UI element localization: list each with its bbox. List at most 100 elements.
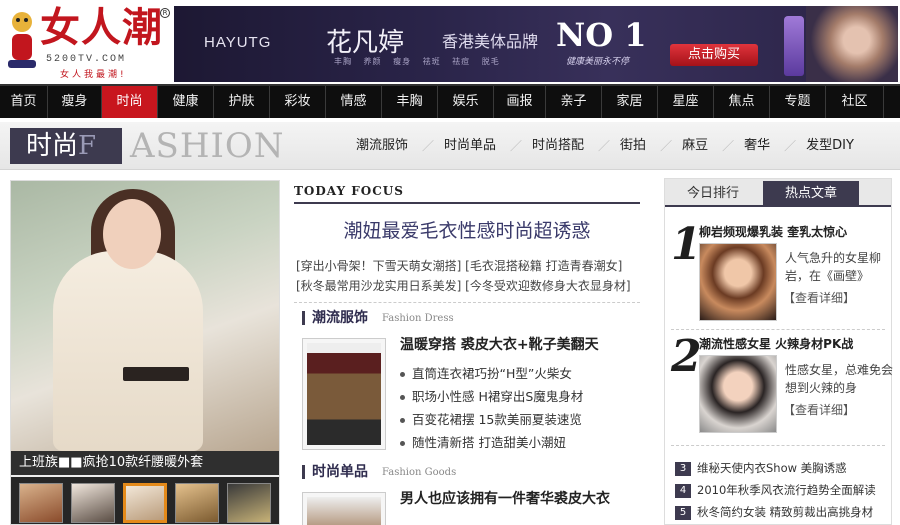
focus-header: TODAY FOCUS <box>294 180 640 204</box>
list-item-text: 直筒连衣裙巧扮“H型”火柴女 <box>412 366 572 381</box>
nav-item[interactable]: 首页 <box>0 86 48 118</box>
rank-image[interactable] <box>699 355 777 433</box>
focus-headline[interactable]: 潮妞最爱毛衣性感时尚超诱惑 <box>294 216 640 243</box>
list-item[interactable]: 职场小性感 H裙穿出S魔鬼身材 <box>400 385 583 408</box>
list-item[interactable]: 3 维秘天使内衣Show 美胸诱惑 <box>675 457 876 479</box>
logo-brand-text: 女人潮 <box>40 4 163 51</box>
rank-desc: 人气急升的女星柳岩，在《画壁》 <box>785 251 882 283</box>
rank-index: 4 <box>675 483 691 498</box>
feature-slideshow[interactable]: 上班族■■疯抢10款纤腰暖外套 <box>10 180 280 525</box>
list-item[interactable]: 4 2010年秋季风衣流行趋势全面解读 <box>675 479 876 501</box>
banner-tags: 丰胸 养颜 瘦身 祛斑 祛痘 脱毛 <box>334 57 500 66</box>
buy-button[interactable]: 点击购买 <box>670 44 758 66</box>
rank-title[interactable]: 柳岩频现爆乳装 奎乳太惊心 <box>699 223 847 240</box>
section-title-cn: 时尚 <box>26 131 79 161</box>
list-item-text: 职场小性感 H裙穿出S魔鬼身材 <box>412 389 584 404</box>
dress-section-en: Fashion Dress <box>382 313 454 324</box>
ranking-tabs: 今日排行 热点文章 <box>665 179 891 207</box>
goods-image <box>307 497 381 525</box>
list-item[interactable]: 百变花裙摆 15款美丽夏装速览 <box>400 408 583 431</box>
mascot-logo-icon <box>4 8 40 70</box>
feature-thumbnail[interactable] <box>123 483 167 523</box>
section-bar: 时尚F ASHION 潮流服饰／时尚单品／时尚搭配／街拍／麻豆／奢华／发型DIY <box>0 122 900 170</box>
feature-thumbnail[interactable] <box>19 483 63 523</box>
dress-list: 直筒连衣裙巧扮“H型”火柴女 职场小性感 H裙穿出S魔鬼身材 百变花裙摆 15款… <box>400 362 583 454</box>
dress-section-title[interactable]: 潮流服饰 <box>312 308 368 328</box>
focus-link-row[interactable]: [秋冬最常用沙龙实用日系美发] [今冬受欢迎数修身大衣显身材] <box>296 276 642 296</box>
list-item-text: 维秘天使内衣Show 美胸诱惑 <box>697 461 847 475</box>
view-detail-link[interactable]: 【查看详细】 <box>783 401 855 418</box>
site-logo[interactable]: 女人潮 R 5200TV.COM 女人我最潮! <box>0 0 172 84</box>
list-item-text: 2010年秋季风衣流行趋势全面解读 <box>697 483 876 497</box>
subnav-item[interactable]: 潮流服饰 <box>342 134 422 158</box>
bullet-icon <box>400 395 405 400</box>
feature-thumbnail[interactable] <box>71 483 115 523</box>
list-item-text: 随性清新搭 打造甜美小潮妞 <box>412 435 566 450</box>
banner-script: 健康美丽永不停 <box>566 57 630 67</box>
subnav-item[interactable]: 时尚单品 <box>430 134 510 158</box>
subnav-separator: ／ <box>510 139 523 153</box>
tab-today-ranking[interactable]: 今日排行 <box>665 181 761 207</box>
nav-item[interactable]: 瘦身 <box>48 86 102 118</box>
feature-thumbnails <box>11 477 279 524</box>
product-bottle-image <box>784 16 804 76</box>
subnav-item[interactable]: 奢华 <box>730 134 784 158</box>
rank-title[interactable]: 潮流性感女星 火辣身材PK战 <box>699 335 853 352</box>
list-item[interactable]: 随性清新搭 打造甜美小潮妞 <box>400 431 583 454</box>
nav-item[interactable]: 社区 <box>826 86 884 118</box>
nav-item[interactable]: 焦点 <box>714 86 770 118</box>
subnav-item[interactable]: 时尚搭配 <box>518 134 598 158</box>
rank-number: 2 <box>671 331 702 382</box>
subnav-item[interactable]: 麻豆 <box>668 134 722 158</box>
dress-headline[interactable]: 温暖穿搭 裘皮大衣+靴子美翻天 <box>400 334 599 354</box>
feature-caption[interactable]: 上班族■■疯抢10款纤腰暖外套 <box>11 451 279 475</box>
nav-item[interactable]: 专题 <box>770 86 826 118</box>
goods-thumbnail[interactable] <box>302 492 386 525</box>
list-item-text: 秋冬简约女装 精致剪裁出高挑身材 <box>697 505 874 519</box>
feature-photo[interactable] <box>11 181 279 451</box>
rank-desc: 性感女星，总难免会想到火辣的身 <box>785 363 894 395</box>
dress-image <box>307 343 381 445</box>
focus-link-row[interactable]: [穿出小骨架！下雪天萌女潮搭] [毛衣混搭秘籍 打造青春潮女] <box>296 256 642 276</box>
section-title-en: ASHION <box>130 126 285 166</box>
tab-hot-articles[interactable]: 热点文章 <box>763 181 859 207</box>
view-detail-link[interactable]: 【查看详细】 <box>783 289 855 306</box>
subnav-item[interactable]: 发型DIY <box>792 134 868 158</box>
dress-thumbnail[interactable] <box>302 338 386 450</box>
subnav-item[interactable]: 街拍 <box>606 134 660 158</box>
nav-item[interactable]: 画报 <box>494 86 546 118</box>
nav-item[interactable]: 娱乐 <box>438 86 494 118</box>
model-face <box>103 199 161 269</box>
nav-item[interactable]: 星座 <box>658 86 714 118</box>
banner-description: 香港美体品牌 <box>442 32 539 51</box>
rank-divider <box>671 329 885 330</box>
dress-section-header: 潮流服饰 Fashion Dress <box>302 308 632 328</box>
nav-item[interactable]: 时尚 <box>102 86 158 118</box>
nav-item[interactable]: 家居 <box>602 86 658 118</box>
nav-item[interactable]: 彩妆 <box>270 86 326 118</box>
subnav-separator: ／ <box>722 139 735 153</box>
ranking-panel: 今日排行 热点文章 1 柳岩频现爆乳装 奎乳太惊心 人气急升的女星柳岩，在《画壁… <box>664 178 894 525</box>
nav-item[interactable]: 亲子 <box>546 86 602 118</box>
subnav-separator: ／ <box>784 139 797 153</box>
nav-item[interactable]: 护肤 <box>214 86 270 118</box>
list-item[interactable]: 5 秋冬简约女装 精致剪裁出高挑身材 <box>675 501 876 523</box>
goods-headline[interactable]: 男人也应该拥有一件奢华裘皮大衣 <box>400 488 610 508</box>
feature-thumbnail[interactable] <box>227 483 271 523</box>
subnav-separator: ／ <box>660 139 673 153</box>
nav-item[interactable]: 健康 <box>158 86 214 118</box>
goods-section-title[interactable]: 时尚单品 <box>312 462 368 482</box>
model-belt <box>123 367 189 381</box>
focus-label: TODAY FOCUS <box>294 184 404 198</box>
section-subnav: 潮流服饰／时尚单品／时尚搭配／街拍／麻豆／奢华／发型DIY <box>342 134 868 158</box>
banner-ad[interactable]: HAYUTG 花凡婷 香港美体品牌 NO 1 丰胸 养颜 瘦身 祛斑 祛痘 脱毛… <box>174 6 898 82</box>
nav-item[interactable]: 丰胸 <box>382 86 438 118</box>
main-nav: 首页 瘦身 时尚 健康 护肤 彩妆 情感 丰胸 娱乐 画报 亲子 家居 星座 焦点 专题 社区 <box>0 84 900 118</box>
logo-domain: 5200TV.COM <box>46 54 127 65</box>
rank-image[interactable] <box>699 243 777 321</box>
banner-no1: NO 1 <box>556 16 647 54</box>
list-item[interactable]: 直筒连衣裙巧扮“H型”火柴女 <box>400 362 583 385</box>
feature-thumbnail[interactable] <box>175 483 219 523</box>
ranking-list: 3 维秘天使内衣Show 美胸诱惑 4 2010年秋季风衣流行趋势全面解读 5 秋冬简… <box>675 457 876 523</box>
nav-item[interactable]: 情感 <box>326 86 382 118</box>
